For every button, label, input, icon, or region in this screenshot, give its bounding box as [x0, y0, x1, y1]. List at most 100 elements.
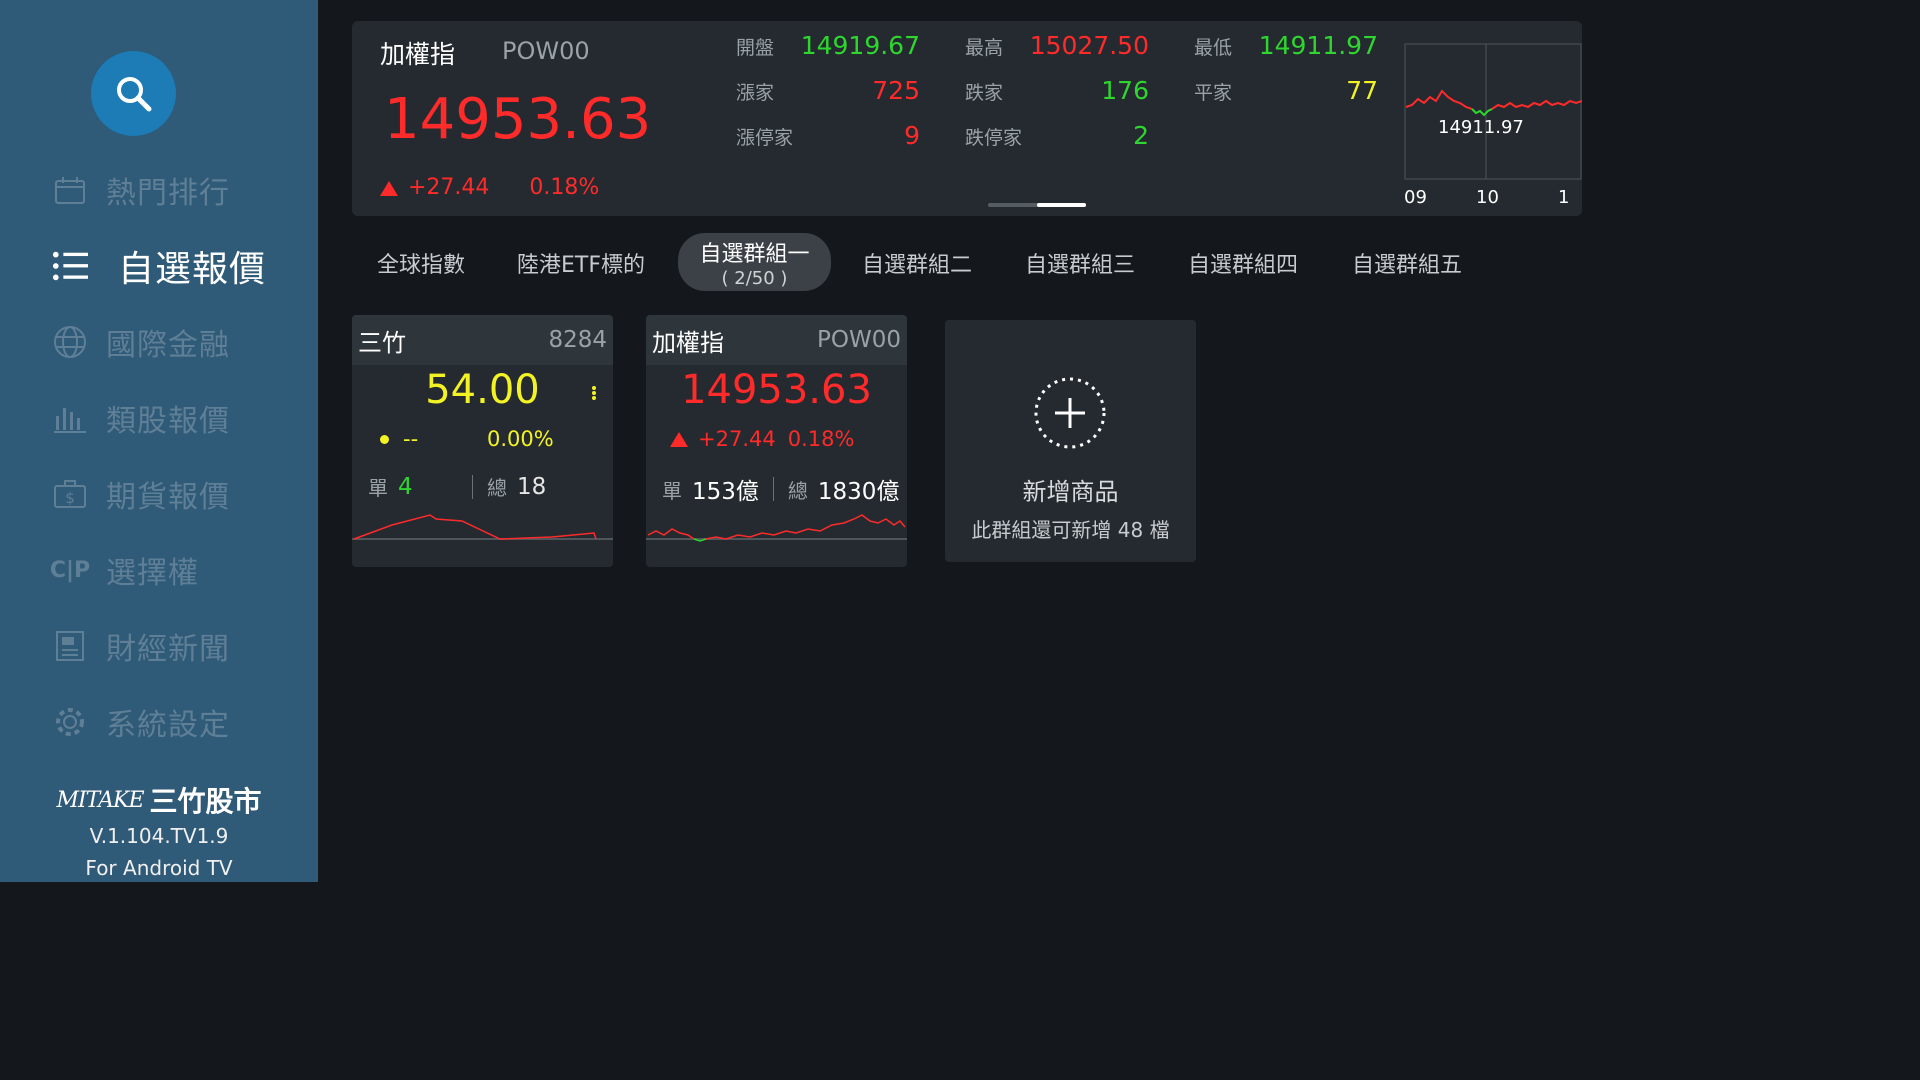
card-stock-name: 三竹 [358, 328, 406, 357]
sidebar-item-label: 選擇權 [106, 556, 199, 591]
mitake-logo: MITAKE [56, 787, 144, 813]
add-product-card[interactable]: 新增商品 此群組還可新增 48 檔 [945, 320, 1196, 562]
total-volume: 18 [517, 473, 547, 500]
index-name: 加權指 [380, 40, 456, 69]
tab-label: 自選群組三 [1025, 253, 1136, 278]
stat-label: 開盤 [736, 37, 775, 59]
tab-label: 自選群組一 [699, 241, 810, 267]
card-sparkline [352, 514, 613, 540]
mini-chart-x-tick: 09 [1404, 187, 1427, 208]
cp-icon: C|P [49, 557, 91, 583]
search-button[interactable] [91, 51, 176, 136]
tab-label: 陸港ETF標的 [517, 253, 645, 278]
sidebar-item-watchlist[interactable]: 自選報價 [52, 236, 266, 296]
tab-label: 自選群組五 [1352, 253, 1463, 278]
sidebar-item-hot-ranking[interactable]: 熱門排行 [52, 160, 230, 220]
intraday-mini-chart: 14911.97 09 10 1 [1404, 43, 1582, 208]
sidebar-item-label: 自選報價 [118, 249, 267, 290]
stat-label: 跌家 [965, 82, 1004, 104]
gear-icon [52, 704, 88, 740]
index-code: POW00 [502, 37, 590, 65]
sidebar: 熱門排行 自選報價 國際金融 類股報價 $ 期貨報價 C|P 選擇權 財經新聞 [0, 0, 318, 882]
stat-label: 漲停家 [736, 127, 794, 149]
sidebar-item-international[interactable]: 國際金融 [52, 312, 230, 372]
stock-card[interactable]: 三竹 8284 54.00 -- 0.00% 單 4 總 18 [352, 315, 613, 567]
tab-label: 自選群組四 [1188, 253, 1299, 278]
stat-limit-up: 漲停家 9 [736, 121, 920, 150]
stat-value: 14911.97 [1258, 31, 1378, 60]
tab-group-4[interactable]: 自選群組四 [1188, 236, 1298, 290]
sidebar-item-label: 類股報價 [106, 404, 230, 439]
card-stock-code: POW00 [817, 327, 901, 353]
tab-group-5[interactable]: 自選群組五 [1352, 236, 1462, 290]
flat-dot-icon [380, 434, 389, 444]
card-change: +27.44 [698, 427, 776, 451]
stat-value: 2 [1133, 121, 1149, 150]
stock-card[interactable]: 加權指 POW00 14953.63 +27.44 0.18% 單 153億 總… [646, 315, 907, 567]
page-indicator [988, 203, 1086, 207]
newspaper-icon [52, 628, 88, 664]
search-icon [116, 76, 151, 111]
total-volume: 1830億 [817, 479, 900, 505]
tab-hk-etf[interactable]: 陸港ETF標的 [517, 236, 645, 290]
app-version: V.1.104.TV1.9 [89, 824, 229, 848]
index-change-row: +27.44 0.18% [380, 175, 599, 200]
bar-chart-icon [52, 400, 88, 436]
tab-global-indices[interactable]: 全球指數 [377, 236, 465, 290]
card-change-row: -- [380, 427, 418, 451]
total-volume-label: 總 [787, 478, 808, 503]
divider [472, 474, 473, 499]
up-arrow-icon [670, 431, 688, 447]
svg-text:$: $ [65, 489, 75, 507]
card-header: 加權指 POW00 [646, 315, 907, 365]
stat-low: 最低 14911.97 [1194, 31, 1378, 60]
card-header: 三竹 8284 [352, 315, 613, 365]
sidebar-item-news[interactable]: 財經新聞 [52, 616, 230, 676]
card-volume-row: 單 153億 總 1830億 [646, 472, 907, 506]
more-options-icon[interactable] [591, 385, 597, 401]
index-quote-panel[interactable]: 加權指 POW00 14953.63 +27.44 0.18% 開盤 14919… [352, 21, 1582, 216]
brand: MITAKE 三竹股市 V.1.104.TV1.9 For Android TV [0, 780, 318, 880]
card-volume-row: 單 4 總 18 [352, 472, 613, 501]
stat-value: 77 [1346, 76, 1378, 105]
stat-label: 最低 [1194, 37, 1233, 59]
stat-unchanged: 平家 77 [1194, 76, 1378, 105]
stat-value: 725 [872, 76, 920, 105]
mini-chart-x-tick: 10 [1476, 187, 1499, 208]
tab-label: 自選群組二 [862, 253, 973, 278]
tab-group-3[interactable]: 自選群組三 [1025, 236, 1135, 290]
app-platform: For Android TV [85, 856, 233, 880]
sidebar-item-sector-quotes[interactable]: 類股報價 [52, 388, 230, 448]
sidebar-item-options[interactable]: C|P 選擇權 [49, 540, 199, 600]
stat-label: 漲家 [736, 82, 775, 104]
sidebar-item-futures[interactable]: $ 期貨報價 [52, 464, 230, 524]
stat-label: 最高 [965, 37, 1004, 59]
brand-name: 三竹股市 [149, 785, 262, 818]
card-sparkline [646, 514, 907, 542]
card-change-row: +27.44 0.18% [670, 427, 854, 451]
card-price: 14953.63 [681, 367, 872, 413]
sidebar-item-label: 系統設定 [106, 708, 230, 743]
single-volume: 153億 [692, 479, 759, 505]
sidebar-item-label: 熱門排行 [106, 176, 230, 211]
card-price: 54.00 [425, 367, 540, 413]
sidebar-item-label: 財經新聞 [106, 632, 230, 667]
stat-limit-down: 跌停家 2 [965, 121, 1149, 150]
single-volume-label: 單 [662, 478, 682, 503]
mini-chart-x-tick: 1 [1558, 187, 1569, 208]
tab-group-1[interactable]: 自選群組一 ( 2/50 ) [678, 233, 831, 291]
stat-value: 176 [1101, 76, 1149, 105]
mini-chart-low-label: 14911.97 [1438, 117, 1524, 138]
sidebar-item-settings[interactable]: 系統設定 [52, 692, 230, 752]
index-change-pct: 0.18% [529, 175, 600, 200]
dollar-case-icon: $ [52, 476, 88, 512]
stat-decliners: 跌家 176 [965, 76, 1149, 105]
stat-label: 跌停家 [965, 127, 1023, 149]
total-volume-label: 總 [487, 476, 507, 500]
tab-count: ( 2/50 ) [721, 267, 788, 289]
stat-high: 最高 15027.50 [965, 31, 1149, 60]
sidebar-item-label: 國際金融 [106, 328, 230, 363]
tab-group-2[interactable]: 自選群組二 [862, 236, 972, 290]
list-icon [52, 248, 88, 284]
add-circle-icon [1034, 377, 1106, 449]
